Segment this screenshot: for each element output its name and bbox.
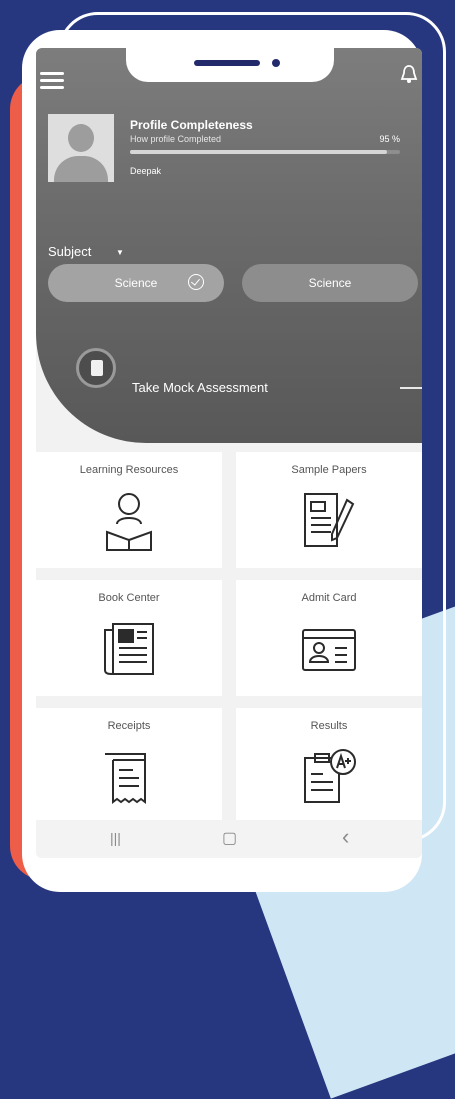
subject-chip-label: Science: [114, 276, 158, 290]
check-circle-icon: [188, 274, 204, 290]
tile-label: Admit Card: [301, 592, 357, 604]
tile-receipts[interactable]: Receipts: [36, 708, 222, 824]
tile-admit-card[interactable]: Admit Card: [236, 580, 422, 696]
profile-completeness-title: Profile Completeness: [130, 118, 253, 132]
avatar: [48, 114, 114, 182]
subject-chip-selected[interactable]: Science: [48, 264, 224, 302]
profile-progress-bar: [130, 150, 400, 154]
home-icon[interactable]: ▢: [222, 828, 237, 848]
tile-learning-resources[interactable]: Learning Resources: [36, 452, 222, 568]
app-screen: Profile Completeness How profile Complet…: [36, 48, 422, 858]
tile-sample-papers[interactable]: Sample Papers: [236, 452, 422, 568]
mock-assessment-button[interactable]: Take Mock Assessment: [76, 348, 422, 395]
profile-completeness-subtitle: How profile Completed: [130, 134, 222, 144]
menu-icon[interactable]: [40, 72, 64, 90]
system-navigation-bar: ||| ▢ ‹: [36, 820, 422, 858]
subject-dropdown-icon[interactable]: ▼: [116, 248, 124, 257]
receipt-icon: [105, 753, 146, 804]
mock-assessment-label: Take Mock Assessment: [132, 380, 268, 395]
id-card-icon: [302, 629, 356, 671]
document-icon: [76, 348, 116, 388]
profile-progress-fill: [130, 150, 387, 154]
tile-label: Sample Papers: [291, 464, 367, 476]
arrow-line-icon: [400, 387, 422, 389]
paper-pen-icon: [304, 493, 355, 547]
subject-chip[interactable]: Science: [242, 264, 418, 302]
tile-label: Results: [310, 720, 348, 732]
recent-apps-icon[interactable]: |||: [110, 830, 121, 846]
tile-results[interactable]: Results: [236, 708, 422, 824]
profile-percent: 95 %: [379, 134, 400, 144]
result-grade-icon: [304, 749, 356, 803]
tile-label: Learning Resources: [79, 464, 179, 476]
subject-chip-label: Science: [308, 276, 352, 290]
tile-book-center[interactable]: Book Center: [36, 580, 222, 696]
profile-card[interactable]: Profile Completeness How profile Complet…: [48, 112, 422, 198]
phone-speaker: [194, 60, 260, 66]
subject-label: Subject: [48, 244, 92, 259]
phone-camera: [272, 59, 280, 67]
notification-icon[interactable]: [400, 64, 418, 84]
tile-label: Book Center: [98, 592, 160, 604]
back-icon[interactable]: ‹: [342, 824, 349, 850]
user-name: Deepak: [130, 166, 162, 176]
reader-icon: [106, 493, 152, 551]
tile-label: Receipts: [107, 720, 151, 732]
newspaper-icon: [104, 623, 154, 675]
